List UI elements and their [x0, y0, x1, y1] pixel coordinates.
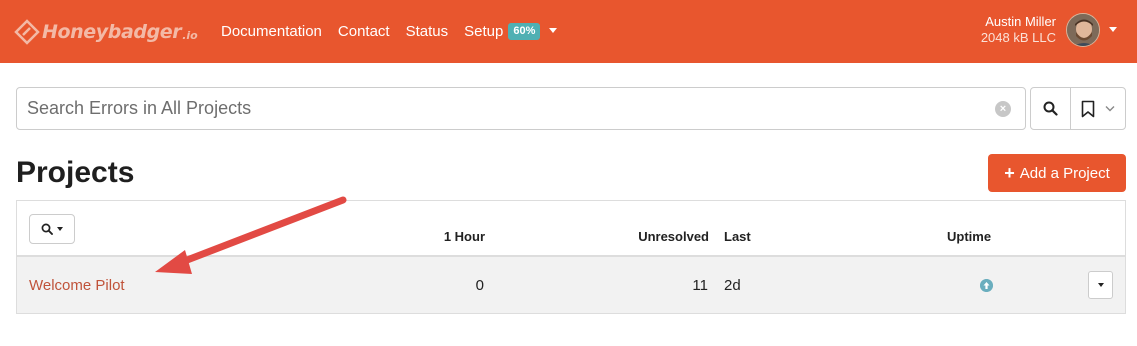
projects-table: 1 Hour Unresolved Last Uptime Welcome Pi… — [16, 200, 1126, 314]
nav-link-contact[interactable]: Contact — [338, 23, 390, 40]
search-icon — [1043, 101, 1058, 116]
filter-button[interactable] — [29, 214, 75, 244]
bookmark-icon — [1081, 100, 1095, 117]
nav-link-status[interactable]: Status — [406, 23, 449, 40]
chevron-down-icon — [1105, 106, 1115, 112]
saved-searches-button[interactable] — [1070, 87, 1126, 130]
nav-link-documentation[interactable]: Documentation — [221, 23, 322, 40]
search-icon — [41, 223, 53, 235]
page-title: Projects — [16, 156, 135, 189]
search-input[interactable] — [17, 88, 977, 129]
column-header-last[interactable]: Last — [724, 229, 751, 244]
search-button[interactable] — [1030, 87, 1071, 130]
row-actions-button[interactable] — [1088, 271, 1113, 299]
chevron-down-icon[interactable] — [1109, 26, 1117, 32]
nav-link-setup[interactable]: Setup 60% — [464, 23, 558, 40]
avatar-image — [1067, 14, 1099, 46]
user-menu[interactable]: Austin Miller 2048 kB LLC — [981, 13, 1117, 47]
clear-circle-icon[interactable]: × — [995, 101, 1011, 117]
plus-icon: + — [1004, 163, 1015, 183]
user-info: Austin Miller 2048 kB LLC — [981, 14, 1056, 46]
setup-progress-badge: 60% — [508, 23, 541, 40]
add-project-button[interactable]: + Add a Project — [988, 154, 1126, 192]
column-header-1-hour[interactable]: 1 Hour — [444, 229, 485, 244]
search-box: × — [16, 87, 1026, 130]
cell-unresolved: 11 — [692, 277, 708, 294]
project-link[interactable]: Welcome Pilot — [29, 277, 125, 294]
brand-logo[interactable]: Honeybadger .io — [14, 15, 198, 49]
add-project-label: Add a Project — [1019, 164, 1110, 182]
brand-name: Honeybadger — [42, 21, 182, 43]
setup-label: Setup — [464, 23, 504, 40]
user-name: Austin Miller — [985, 14, 1056, 29]
column-header-uptime[interactable]: Uptime — [947, 229, 991, 244]
brand-tld: .io — [182, 28, 198, 42]
main-nav: Documentation Contact Status Setup 60% — [221, 0, 573, 63]
chevron-down-icon — [1097, 283, 1104, 287]
table-header: 1 Hour Unresolved Last Uptime — [17, 201, 1125, 257]
column-header-unresolved[interactable]: Unresolved — [638, 229, 709, 244]
chevron-down-icon — [57, 227, 63, 231]
cell-last: 2d — [724, 277, 741, 294]
top-navbar: Honeybadger .io Documentation Contact St… — [0, 0, 1137, 63]
user-org: 2048 kB LLC — [980, 30, 1056, 45]
table-row: Welcome Pilot 0 11 2d — [17, 257, 1125, 313]
honeybadger-logo-icon — [14, 19, 40, 45]
cell-1-hour: 0 — [475, 277, 484, 294]
up-arrow-circle-icon — [980, 279, 993, 292]
chevron-down-icon — [549, 28, 558, 33]
avatar[interactable] — [1066, 13, 1100, 47]
